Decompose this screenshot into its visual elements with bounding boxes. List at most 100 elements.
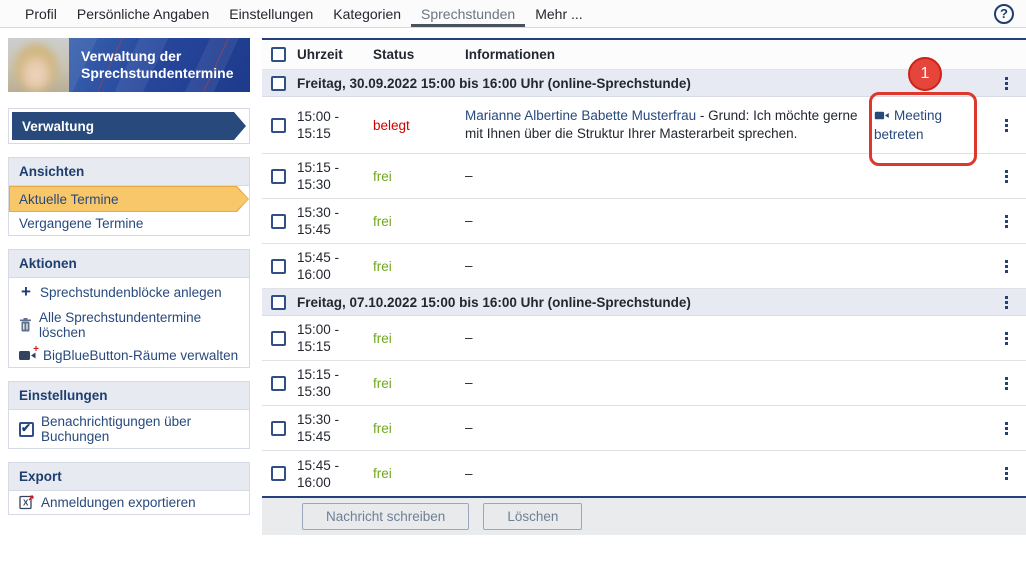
sidebar-item-benachrichtigungen[interactable]: Benachrichtigungen über Buchungen [9, 410, 249, 448]
kebab-menu-icon[interactable] [1001, 115, 1012, 136]
loeschen-button[interactable]: Löschen [483, 503, 583, 530]
table-row: 15:15 - 15:30 frei – [262, 361, 1026, 406]
sidebar-header: Verwaltung der Sprechstundentermine [8, 38, 250, 92]
sidebar-item-vergangene-termine[interactable]: Vergangene Termine [9, 212, 249, 235]
kebab-menu-icon[interactable] [1001, 166, 1012, 187]
column-header-status: Status [373, 47, 415, 62]
avatar [8, 38, 69, 92]
kebab-menu-icon[interactable] [1001, 292, 1012, 313]
row-checkbox[interactable] [271, 213, 286, 229]
slot-time: 15:30 - 15:45 [297, 412, 340, 444]
kebab-menu-icon[interactable] [1001, 73, 1012, 94]
widget-export-title: Export [9, 463, 249, 491]
video-camera-icon [874, 111, 889, 120]
tab-mehr[interactable]: Mehr ... [525, 0, 592, 27]
widget-aktionen: Aktionen Sprechstundenblöcke anlegen All… [8, 249, 250, 368]
plus-badge-icon [33, 344, 39, 355]
group-label: Freitag, 07.10.2022 15:00 bis 16:00 Uhr … [297, 294, 691, 310]
nachricht-schreiben-button[interactable]: Nachricht schreiben [302, 503, 470, 530]
action-label: Alle Sprechstundentermine löschen [39, 310, 202, 340]
tab-kategorien[interactable]: Kategorien [323, 0, 411, 27]
student-name-link[interactable]: Marianne Albertine Babette Musterfrau [465, 108, 696, 123]
status-badge: frei [373, 420, 392, 436]
row-checkbox[interactable] [271, 168, 286, 184]
slot-info: Marianne Albertine Babette Musterfrau - … [465, 107, 874, 143]
help-icon[interactable] [994, 4, 1014, 24]
sidebar: Verwaltung der Sprechstundentermine Verw… [8, 38, 250, 515]
status-badge: frei [373, 258, 392, 274]
kebab-menu-icon[interactable] [1001, 373, 1012, 394]
kebab-menu-icon[interactable] [1001, 463, 1012, 484]
widget-einstellungen: Einstellungen Benachrichtigungen über Bu… [8, 381, 250, 449]
sidebar-item-verwaltung[interactable]: Verwaltung [12, 112, 246, 140]
meeting-betreten-link[interactable]: Meeting betreten [874, 106, 958, 144]
column-header-informationen: Informationen [465, 46, 555, 62]
row-checkbox[interactable] [271, 466, 286, 481]
slot-time: 15:45 - 16:00 [297, 250, 340, 282]
sidebar-item-alle-termine-loeschen[interactable]: Alle Sprechstundentermine löschen [9, 306, 249, 344]
tab-sprechstunden[interactable]: Sprechstunden [411, 0, 526, 27]
status-badge: frei [373, 168, 392, 184]
table-row: 15:30 - 15:45 frei – [262, 406, 1026, 451]
table-row: 15:15 - 15:30 frei – [262, 154, 1026, 199]
table-header-row: Uhrzeit Status Informationen [262, 40, 1026, 70]
status-badge: frei [373, 213, 392, 229]
plus-icon [19, 282, 33, 302]
slot-info: – [465, 465, 473, 481]
export-label: Anmeldungen exportieren [41, 495, 196, 510]
group-header-row: Freitag, 30.09.2022 15:00 bis 16:00 Uhr … [262, 70, 1026, 97]
sidebar-item-anmeldungen-exportieren[interactable]: X Anmeldungen exportieren [9, 491, 249, 514]
tab-persoenliche-angaben[interactable]: Persönliche Angaben [67, 0, 219, 27]
widget-export: Export X Anmeldungen exportieren [8, 462, 250, 515]
top-navigation: Profil Persönliche Angaben Einstellungen… [0, 0, 1026, 28]
checkbox-checked-icon[interactable] [19, 421, 34, 437]
status-badge: frei [373, 375, 392, 391]
slot-info: – [465, 258, 473, 273]
select-all-checkbox[interactable] [271, 47, 286, 62]
kebab-menu-icon[interactable] [1001, 328, 1012, 349]
kebab-menu-icon[interactable] [1001, 418, 1012, 439]
action-label: BigBlueButton-Räume verwalten [43, 348, 239, 363]
widget-einstellungen-title: Einstellungen [9, 382, 249, 410]
slot-time: 15:00 - 15:15 [297, 109, 340, 141]
table-row: 15:45 - 16:00 frei – [262, 451, 1026, 496]
row-checkbox[interactable] [271, 375, 286, 391]
row-checkbox[interactable] [271, 117, 286, 133]
group-label: Freitag, 30.09.2022 15:00 bis 16:00 Uhr … [297, 75, 691, 91]
tab-profil[interactable]: Profil [15, 0, 67, 27]
status-badge: frei [373, 466, 392, 481]
tab-einstellungen[interactable]: Einstellungen [219, 0, 323, 27]
sidebar-item-bbb-raeume-verwalten[interactable]: BigBlueButton-Räume verwalten [9, 344, 249, 367]
status-badge: frei [373, 330, 392, 346]
export-file-icon: X [19, 495, 34, 510]
slot-time: 15:15 - 15:30 [297, 367, 340, 399]
status-badge: belegt [373, 117, 410, 133]
slot-time: 15:30 - 15:45 [297, 205, 340, 237]
widget-ansichten-title: Ansichten [9, 158, 249, 186]
kebab-menu-icon[interactable] [1001, 211, 1012, 232]
slot-info: – [465, 330, 473, 345]
widget-aktionen-title: Aktionen [9, 250, 249, 278]
sidebar-nav-box: Verwaltung [8, 108, 250, 144]
widget-ansichten: Ansichten Aktuelle Termine Vergangene Te… [8, 157, 250, 236]
table-row: 15:45 - 16:00 frei – [262, 244, 1026, 289]
slot-info: – [465, 375, 473, 390]
action-label: Sprechstundenblöcke anlegen [40, 284, 222, 300]
slot-info: – [465, 420, 473, 435]
slot-time: 15:00 - 15:15 [297, 322, 340, 354]
slot-time: 15:45 - 16:00 [297, 457, 340, 490]
table-footer: Nachricht schreiben Löschen [262, 498, 1026, 535]
row-checkbox[interactable] [271, 258, 286, 274]
kebab-menu-icon[interactable] [1001, 256, 1012, 277]
row-checkbox[interactable] [271, 330, 286, 346]
slot-info: – [465, 213, 473, 228]
column-header-uhrzeit: Uhrzeit [297, 47, 343, 62]
row-checkbox[interactable] [271, 420, 286, 436]
group-checkbox[interactable] [271, 75, 286, 91]
sidebar-item-sprechstundenbloecke-anlegen[interactable]: Sprechstundenblöcke anlegen [9, 278, 249, 306]
table-row: 15:00 - 15:15 belegt Marianne Albertine … [262, 97, 1026, 154]
svg-text:X: X [23, 499, 29, 508]
sidebar-item-aktuelle-termine[interactable]: Aktuelle Termine [9, 186, 249, 212]
table-row: 15:30 - 15:45 frei – [262, 199, 1026, 244]
group-checkbox[interactable] [271, 294, 286, 310]
